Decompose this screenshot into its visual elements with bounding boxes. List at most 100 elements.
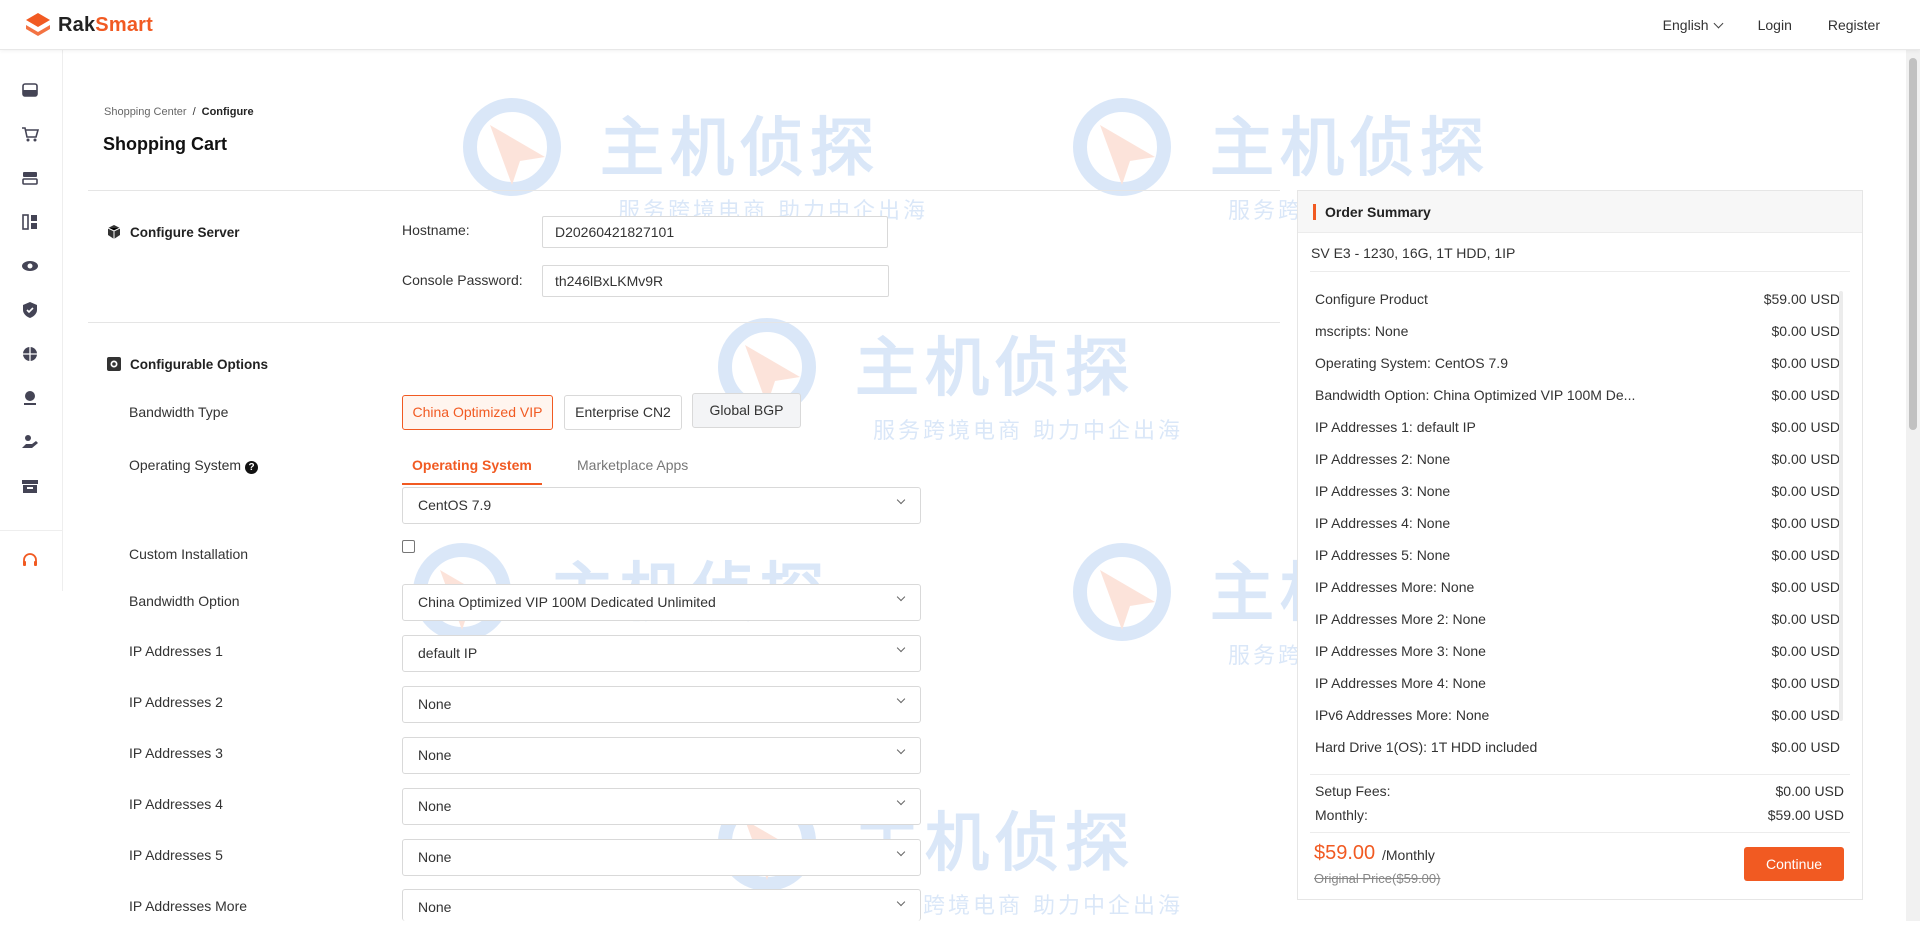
tab-marketplace-apps[interactable]: Marketplace Apps [577,457,688,485]
configurable-options-title: Configurable Options [130,356,268,372]
order-line: Configure Product $59.00 USD [1315,291,1840,323]
monthly-label: Monthly: [1315,807,1368,823]
ip-addresses-4-label: IP Addresses 4 [129,796,223,812]
sidebar-divider [0,530,63,531]
operating-system-select[interactable]: CentOS 7.9 [402,487,921,524]
order-summary-header: Order Summary [1298,191,1862,233]
location-icon[interactable] [21,389,39,407]
divider [88,190,1280,191]
chevron-down-icon [1713,18,1724,28]
order-line-value: $0.00 USD [1771,611,1840,627]
order-line-label: IPv6 Addresses More: None [1315,707,1490,723]
page-scrollbar-thumb[interactable] [1909,58,1917,430]
logo-text-smart: Smart [95,13,153,36]
ip-addresses-1-select[interactable]: default IP [402,635,921,672]
logo-icon [26,13,50,36]
ip-addresses-2-select[interactable]: None [402,686,921,723]
setup-fees-label: Setup Fees: [1315,783,1391,799]
order-line-value: $0.00 USD [1771,547,1840,563]
bandwidth-option-select[interactable]: China Optimized VIP 100M Dedicated Unlim… [402,584,921,621]
shield-icon[interactable] [21,301,39,319]
console-password-input[interactable]: th246lBxLKMv9R [542,265,889,297]
bandwidth-option-label: Bandwidth Option [129,593,240,609]
chevron-down-icon [896,796,906,806]
language-label: English [1662,17,1709,33]
order-line-label: IP Addresses 1: default IP [1315,419,1476,435]
language-selector[interactable]: English [1662,17,1724,33]
hostname-input[interactable]: D20260421827101 [542,216,888,248]
ip-addresses-more-select[interactable]: None [402,889,921,921]
apps-icon[interactable] [21,213,39,231]
order-line-label: Operating System: CentOS 7.9 [1315,355,1508,371]
accent-bar [1313,204,1316,220]
ip-addresses-1-value: default IP [418,645,478,661]
watermark-title: 主机侦探 [600,112,880,186]
ip-addresses-4-select[interactable]: None [402,788,921,825]
custom-installation-checkbox[interactable] [402,540,415,553]
order-line-value: $0.00 USD [1771,643,1840,659]
breadcrumb-separator: / [192,106,196,118]
chevron-down-icon [896,694,906,704]
monthly-value: $59.00 USD [1767,807,1844,823]
bandwidth-type-china-optimized-vip[interactable]: China Optimized VIP [402,395,553,430]
top-bar: RakSmart English Login Register [0,0,1920,50]
ip-addresses-4-value: None [418,798,452,814]
order-line-value: $0.00 USD [1771,515,1840,531]
headset-icon[interactable] [21,552,39,570]
operating-system-label-text: Operating System [129,457,242,473]
register-link[interactable]: Register [1828,17,1880,33]
order-line-value: $0.00 USD [1771,739,1840,755]
divider [1310,774,1850,775]
ip-addresses-more-label: IP Addresses More [129,898,248,914]
setup-fees-row: Setup Fees: $0.00 USD [1315,783,1844,799]
order-line: Hard Drive 1(OS): 1T HDD included $0.00 U… [1315,739,1840,771]
order-line-value: $0.00 USD [1771,675,1840,691]
chevron-down-icon [896,897,906,907]
watermark: 主机侦探 服务跨境电商 助力中企出海 [450,95,930,225]
tab-operating-system[interactable]: Operating System [402,457,542,485]
network-icon[interactable] [21,345,39,363]
chevron-down-icon [896,592,906,602]
help-icon[interactable]: ? [245,461,259,474]
order-line: IP Addresses More 4: None $0.00 USD [1315,675,1840,707]
server-stack-icon[interactable] [21,81,39,99]
hand-service-icon[interactable] [21,433,39,451]
order-line-label: IP Addresses More 4: None [1315,675,1486,691]
order-line-label: IP Addresses More 2: None [1315,611,1486,627]
ip-addresses-3-label: IP Addresses 3 [129,745,223,761]
page-scrollbar[interactable] [1906,50,1920,921]
divider [1310,832,1850,833]
order-line-label: Hard Drive 1(OS): 1T HDD included [1315,739,1538,755]
eye-icon[interactable] [21,257,39,275]
dedicated-server-icon[interactable] [21,169,39,187]
order-line: Operating System: CentOS 7.9 $0.00 USD [1315,355,1840,387]
monthly-row: Monthly: $59.00 USD [1315,807,1844,823]
archive-icon[interactable] [21,477,39,495]
order-line-label: IP Addresses 3: None [1315,483,1451,499]
divider [88,322,1280,323]
continue-button[interactable]: Continue [1744,847,1844,881]
cube-icon [107,225,121,239]
configurable-options-heading: Configurable Options [106,356,268,372]
hostname-label: Hostname: [402,222,470,238]
setup-fees-value: $0.00 USD [1775,783,1844,799]
watermark-slogan: 服务跨境电商 助力中企出海 [873,419,1183,444]
order-lines-scrollbar[interactable] [1839,291,1843,721]
product-name: SV E3 - 1230, 16G, 1T HDD, 1IP [1311,245,1516,261]
breadcrumb-parent[interactable]: Shopping Center [104,106,187,118]
bandwidth-type-enterprise-cn2[interactable]: Enterprise CN2 [564,395,682,430]
breadcrumb: Shopping Center / Configure [104,106,254,118]
rak-smart-logo[interactable]: RakSmart [24,10,153,40]
ip-addresses-3-select[interactable]: None [402,737,921,774]
order-line: IP Addresses 5: None $0.00 USD [1315,547,1840,579]
order-line-value: $0.00 USD [1771,323,1840,339]
sidebar [0,50,63,591]
order-line: IP Addresses More 3: None $0.00 USD [1315,643,1840,675]
order-line-label: Bandwidth Option: China Optimized VIP 10… [1315,387,1636,403]
bandwidth-type-global-bgp[interactable]: Global BGP [692,393,801,428]
cart-icon[interactable] [21,125,39,143]
order-line-label: IP Addresses 4: None [1315,515,1451,531]
order-line: IP Addresses 1: default IP $0.00 USD [1315,419,1840,451]
ip-addresses-5-select[interactable]: None [402,839,921,876]
login-link[interactable]: Login [1758,17,1792,33]
